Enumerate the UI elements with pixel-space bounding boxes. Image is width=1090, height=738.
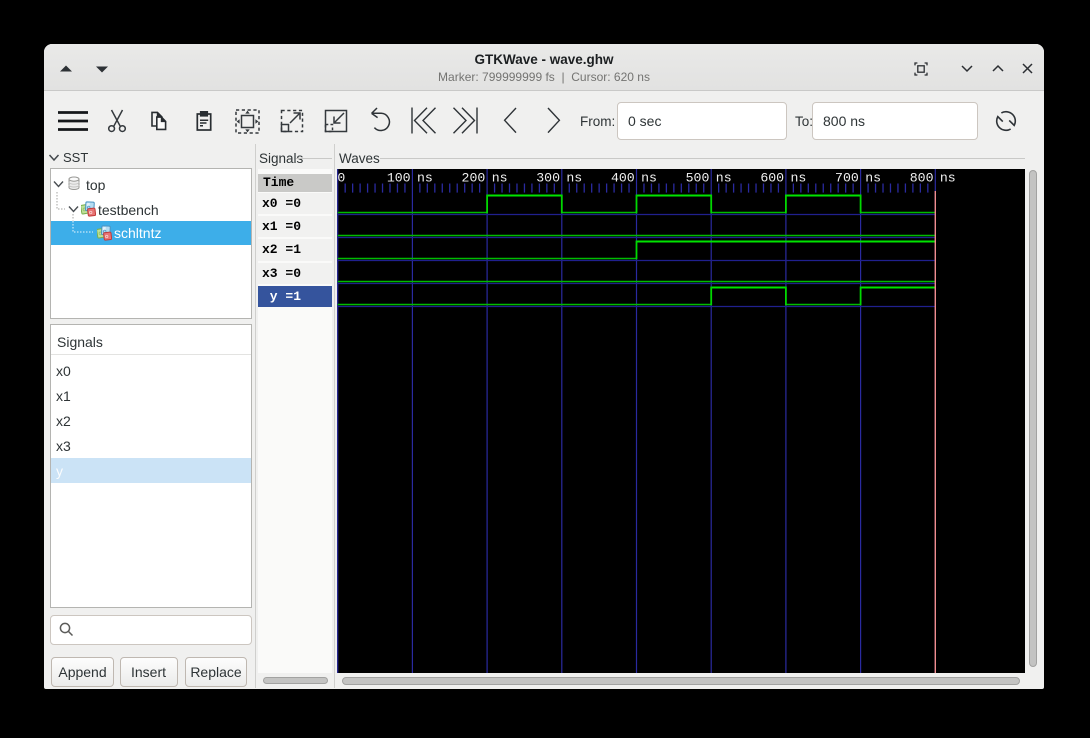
svg-text:400: 400 bbox=[611, 170, 635, 185]
svg-text:0: 0 bbox=[337, 170, 345, 185]
svg-text:ns: ns bbox=[492, 170, 508, 185]
svg-text:100: 100 bbox=[387, 170, 411, 185]
svg-text:700: 700 bbox=[835, 170, 859, 185]
svg-text:ns: ns bbox=[716, 170, 732, 185]
svg-text:600: 600 bbox=[760, 170, 784, 185]
svg-text:ns: ns bbox=[417, 170, 433, 185]
svg-text:300: 300 bbox=[536, 170, 560, 185]
svg-text:ns: ns bbox=[791, 170, 807, 185]
svg-text:800: 800 bbox=[910, 170, 934, 185]
svg-text:ns: ns bbox=[940, 170, 956, 185]
svg-text:ns: ns bbox=[865, 170, 881, 185]
svg-text:ns: ns bbox=[566, 170, 582, 185]
svg-text:200: 200 bbox=[462, 170, 486, 185]
svg-text:500: 500 bbox=[686, 170, 710, 185]
svg-text:ns: ns bbox=[641, 170, 657, 185]
